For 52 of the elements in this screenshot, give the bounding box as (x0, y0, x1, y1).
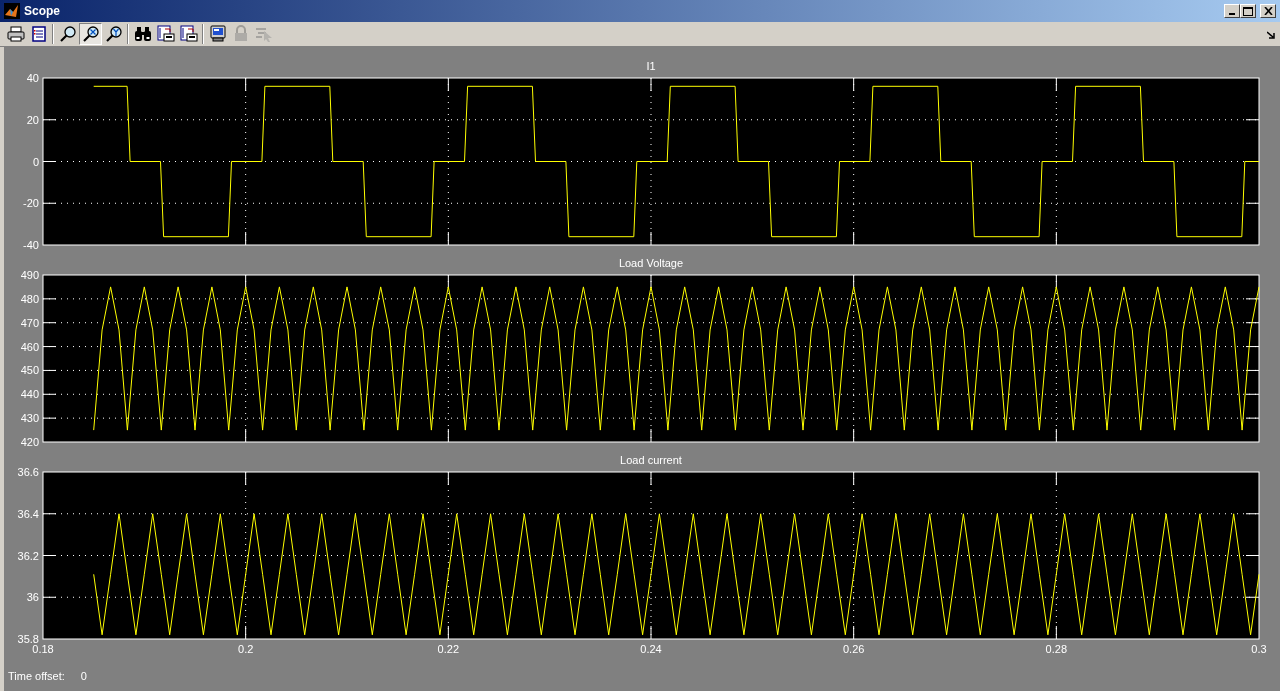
tick-label: 36.6 (17, 466, 39, 478)
magnifier-icon (58, 25, 77, 43)
tick-label: 450 (20, 364, 39, 377)
document-icon (29, 25, 48, 43)
chart-title: I1 (646, 60, 656, 72)
tick-label: 480 (20, 292, 39, 305)
chart-title: Load Voltage (618, 257, 684, 269)
window-title: Scope (24, 3, 60, 20)
tick-label: 20 (26, 113, 39, 126)
toolbar-button[interactable] (154, 23, 177, 45)
chart-save-icon (156, 25, 175, 43)
chart-title: Load current (620, 454, 682, 466)
pointer-icon (254, 25, 273, 43)
app-logo-icon (4, 3, 20, 19)
monitor-icon (208, 25, 227, 43)
tick-label: 36.2 (17, 549, 39, 562)
tick-label: 36.4 (17, 507, 39, 520)
maximize-button[interactable] (1240, 4, 1256, 18)
printer-icon (6, 25, 25, 43)
close-button[interactable] (1260, 4, 1276, 18)
tick-label: 0.22 (437, 643, 460, 655)
tick-label: 0.26 (842, 643, 865, 655)
tick-label: 36 (26, 591, 39, 604)
tick-label: 40 (26, 72, 39, 84)
tick-label: 440 (20, 388, 39, 401)
toolbar-button[interactable] (4, 23, 27, 45)
chart-restore-icon (179, 25, 198, 43)
binoculars-icon (133, 25, 152, 43)
tick-label: 0 (32, 155, 39, 168)
magnifier-icon (81, 25, 100, 43)
tick-label: 35.8 (17, 633, 39, 645)
tick-label: 0.24 (640, 643, 662, 655)
tick-label: 0.2 (238, 643, 254, 655)
close-icon (1263, 7, 1273, 15)
tick-label: 490 (20, 269, 39, 281)
tick-label: -20 (23, 197, 39, 210)
minimize-button[interactable] (1224, 4, 1240, 18)
tick-label: 460 (20, 340, 39, 353)
tick-label: 0.28 (1045, 643, 1068, 655)
maximize-icon (1243, 6, 1253, 16)
dock-arrow-icon (1267, 30, 1276, 39)
time-offset-value: 0 (80, 669, 87, 684)
tick-label: 0.3 (1251, 643, 1267, 655)
tick-label: 470 (20, 316, 39, 329)
toolbar-button[interactable] (79, 23, 102, 45)
toolbar-button[interactable] (177, 23, 200, 45)
time-offset-label: Time offset: (8, 669, 65, 684)
tick-label: 430 (20, 412, 39, 425)
tick-label: 0.18 (32, 643, 54, 655)
tick-label: 420 (20, 436, 39, 448)
magnifier-icon (104, 25, 123, 43)
tick-label: -40 (23, 239, 39, 251)
